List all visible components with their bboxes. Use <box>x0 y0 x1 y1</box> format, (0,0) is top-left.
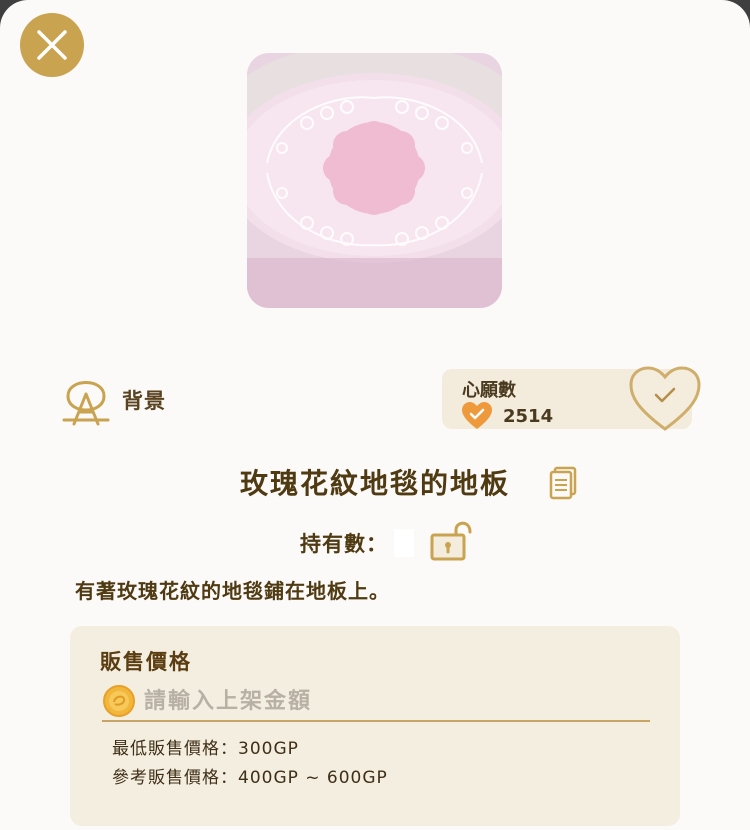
item-info-button[interactable] <box>548 466 578 500</box>
item-preview-image <box>247 53 502 308</box>
close-icon <box>37 30 67 60</box>
gold-coin-icon <box>103 685 135 717</box>
item-name: 玫瑰花紋地毯的地板 <box>239 467 510 500</box>
rose-carpet-floor-illustration <box>247 53 502 308</box>
unlocked-padlock-icon <box>430 521 472 561</box>
owned-count-label: 持有數： <box>300 532 388 556</box>
wishlist-count: 2514 <box>503 405 554 427</box>
document-icon <box>549 466 577 500</box>
wishlist-count-row: 2514 <box>461 402 553 430</box>
item-description: 有著玫瑰花紋的地毯鋪在地板上。 <box>75 579 390 603</box>
background-category-icon <box>62 381 110 426</box>
reference-price-note: 參考販售價格：400GP ~ 600GP <box>112 768 388 788</box>
sale-price-panel: 販售價格 最低販售價格：300GP 參考販售價格：400GP ~ 600GP <box>70 626 680 826</box>
min-price-note: 最低販售價格：300GP <box>112 739 299 759</box>
add-to-wishlist-button[interactable] <box>628 365 702 433</box>
sale-price-title: 販售價格 <box>100 650 192 674</box>
category-label: 背景 <box>122 389 166 413</box>
price-input-row <box>102 682 650 722</box>
category-tag: 背景 <box>60 374 166 426</box>
owned-count-value <box>394 529 414 557</box>
wishlist-title: 心願數 <box>462 380 516 401</box>
lock-toggle[interactable] <box>430 520 474 562</box>
heart-outline-icon <box>629 366 701 431</box>
owned-count-row: 持有數： <box>300 528 414 558</box>
item-name-row: 玫瑰花紋地毯的地板 <box>0 462 750 502</box>
sale-price-input[interactable] <box>142 687 626 715</box>
item-detail-sheet: 背景 心願數 2514 玫瑰花紋地毯的地板 持有數： 有著玫瑰花紋的地毯鋪在地板… <box>0 0 750 830</box>
heart-check-icon <box>462 402 492 429</box>
close-button[interactable] <box>20 13 84 77</box>
